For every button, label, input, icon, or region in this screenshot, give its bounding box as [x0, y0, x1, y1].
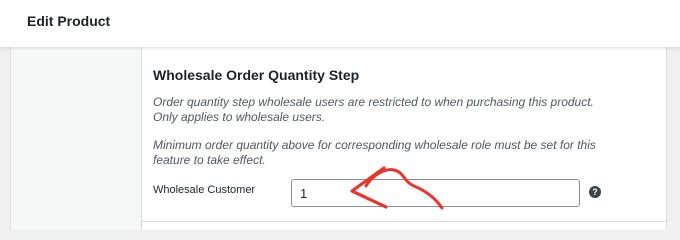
section-title: Wholesale Order Quantity Step [153, 67, 360, 83]
quantity-step-description: Order quantity step wholesale users are … [153, 95, 653, 125]
top-bar: Edit Product [0, 0, 680, 47]
wholesale-customer-label: Wholesale Customer [153, 184, 256, 196]
note-line: feature to take effect. [153, 153, 266, 167]
note-line: Minimum order quantity above for corresp… [153, 138, 596, 152]
question-circle-icon[interactable]: ? [589, 186, 601, 198]
wholesale-customer-quantity-step-input[interactable] [291, 179, 580, 207]
description-line: Only applies to wholesale users. [153, 110, 326, 124]
product-data-tabs-panel [10, 47, 141, 230]
minimum-quantity-note: Minimum order quantity above for corresp… [153, 138, 653, 168]
section-divider [141, 221, 667, 222]
page-title: Edit Product [27, 13, 111, 29]
edit-product-page: Edit Product Wholesale Order Quantity St… [0, 0, 680, 230]
description-line: Order quantity step wholesale users are … [153, 95, 594, 109]
